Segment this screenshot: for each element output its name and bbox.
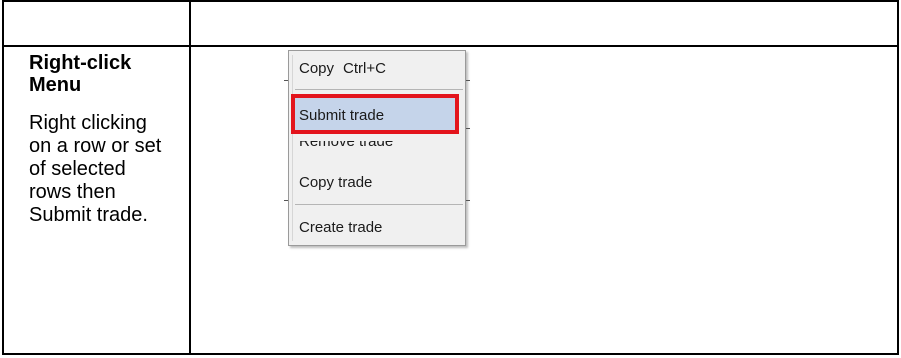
menu-item-submit-trade[interactable]: Submit trade [291, 94, 459, 134]
menu-item-label: Create trade [299, 219, 383, 236]
grid-tick-mark [284, 200, 288, 201]
grid-tick-mark [284, 80, 288, 81]
grid-tick-mark [466, 200, 470, 201]
menu-item-remove-trade[interactable]: Remove trade [299, 141, 393, 151]
menu-item-create-trade[interactable]: Create trade [299, 219, 382, 236]
feature-description-cell: Right-click Menu Right clicking on a row… [29, 52, 179, 227]
menu-item-label: Copy [299, 60, 335, 77]
menu-item-copy[interactable]: Copy Ctrl+C [299, 60, 386, 77]
menu-item-label: Submit trade [299, 107, 385, 124]
grid-tick-mark [466, 128, 470, 129]
section-title: Right-click Menu [29, 52, 132, 96]
table-column-divider [189, 2, 191, 353]
menu-separator [295, 204, 463, 205]
grid-tick-mark [466, 80, 470, 81]
menu-item-label: Remove trade [299, 141, 394, 150]
menu-item-copy-trade[interactable]: Copy trade [299, 174, 372, 191]
section-description: Right clicking on a row or set of select… [29, 112, 162, 226]
context-menu: Copy Ctrl+C Submit trade Remove trade Cop… [288, 50, 466, 246]
menu-gutter-line [292, 55, 293, 241]
menu-item-shortcut: Ctrl+C [343, 60, 386, 77]
table-row-divider [4, 45, 897, 47]
menu-separator [295, 89, 463, 90]
menu-item-label: Copy trade [299, 174, 373, 191]
